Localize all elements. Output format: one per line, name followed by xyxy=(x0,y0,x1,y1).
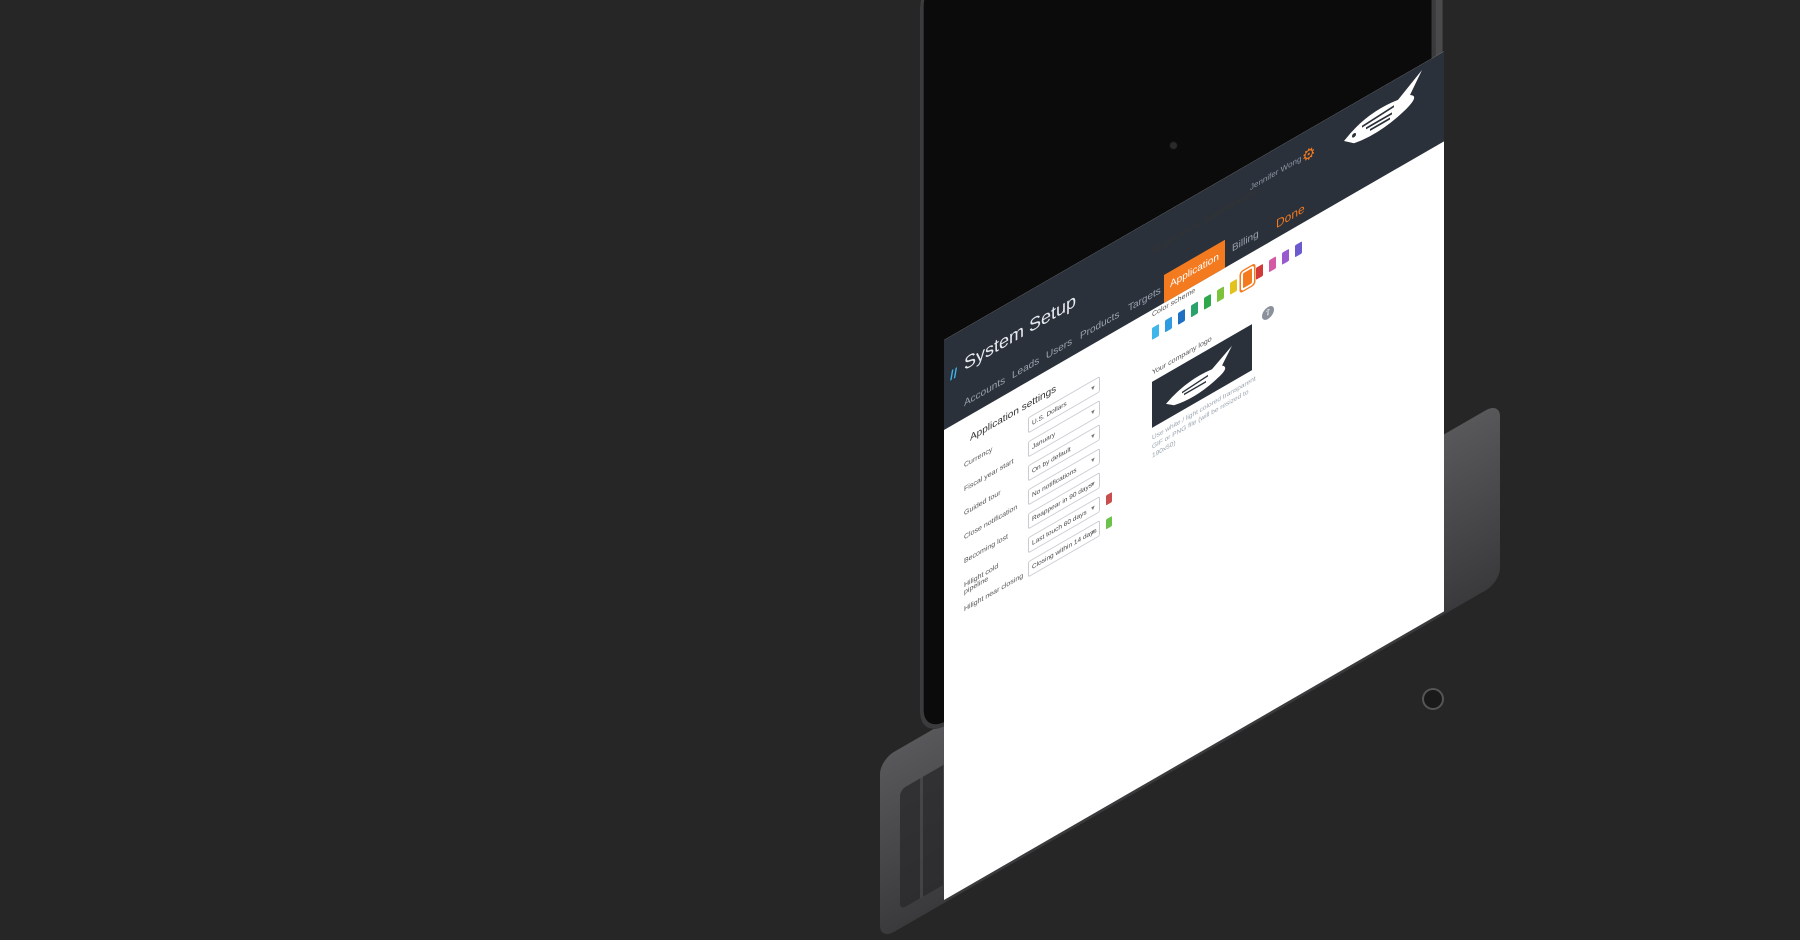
color-swatch[interactable] xyxy=(1256,263,1263,280)
color-swatch[interactable] xyxy=(1217,286,1224,303)
color-swatch[interactable] xyxy=(1204,293,1211,310)
color-swatch[interactable] xyxy=(1295,241,1302,258)
color-swatch[interactable] xyxy=(1230,278,1237,295)
color-swatch[interactable] xyxy=(1191,301,1198,318)
chevron-down-icon: ▼ xyxy=(1090,408,1096,418)
user-name[interactable]: Jennifer Wong xyxy=(1250,154,1301,193)
chevron-down-icon: ▼ xyxy=(1090,528,1096,538)
chevron-down-icon: ▼ xyxy=(1090,432,1096,442)
tab-billing[interactable]: Billing xyxy=(1226,217,1265,267)
app-logo-icon: // xyxy=(950,364,958,384)
hinge-icon xyxy=(1424,690,1442,708)
color-swatch[interactable] xyxy=(1282,248,1289,265)
color-swatch[interactable] xyxy=(1269,256,1276,273)
chevron-down-icon: ▼ xyxy=(1090,456,1096,466)
tab-products[interactable]: Products xyxy=(1074,297,1125,355)
chevron-down-icon: ▼ xyxy=(1090,384,1096,394)
cold-pipeline-color-swatch[interactable] xyxy=(1106,492,1112,506)
chevron-down-icon: ▼ xyxy=(1090,504,1096,514)
camera-icon xyxy=(1170,142,1177,149)
upload-icon[interactable]: ⇧ xyxy=(1262,303,1274,323)
laptop-mockup: // System Setup Jennifer Wong ⚙ Accounts… xyxy=(0,0,1800,940)
select-value: January xyxy=(1032,430,1056,452)
color-swatch[interactable] xyxy=(1165,316,1172,333)
color-swatch[interactable] xyxy=(1152,323,1159,340)
color-swatch[interactable] xyxy=(1243,268,1252,289)
color-swatch[interactable] xyxy=(1178,308,1185,325)
gear-icon[interactable]: ⚙ xyxy=(1302,142,1315,168)
tab-users[interactable]: Users xyxy=(1040,325,1078,375)
near-closing-color-swatch[interactable] xyxy=(1106,516,1112,530)
done-button[interactable]: Done xyxy=(1270,190,1311,241)
chevron-down-icon: ▼ xyxy=(1090,480,1096,490)
tab-targets[interactable]: Targets xyxy=(1122,273,1167,327)
